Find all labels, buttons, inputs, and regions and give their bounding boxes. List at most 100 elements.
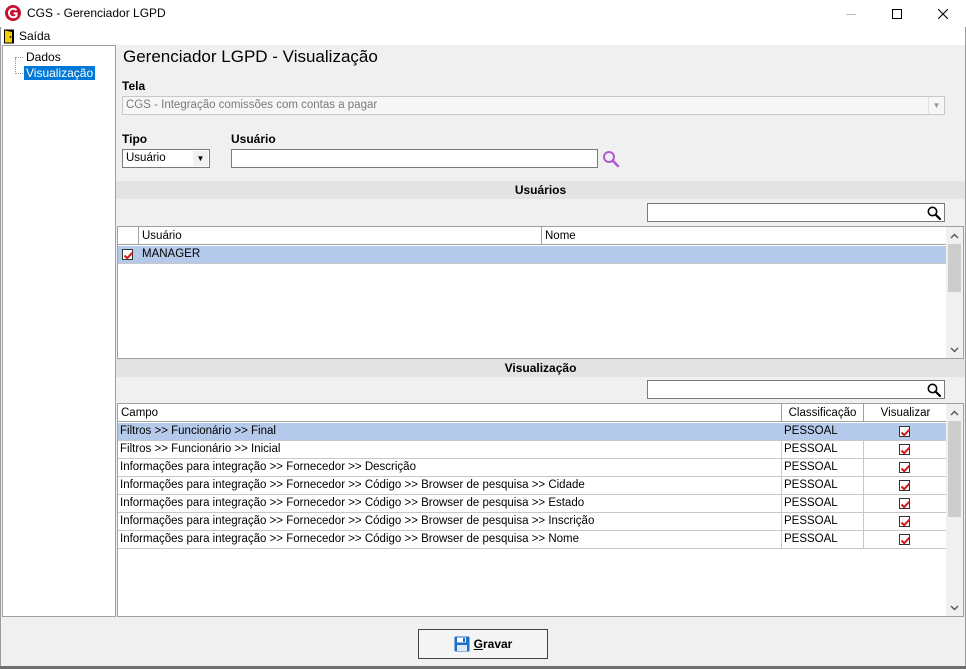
minimize-button[interactable]	[828, 0, 874, 27]
checkmark-icon	[900, 446, 911, 455]
checkmark-icon	[900, 500, 911, 509]
scroll-down-icon[interactable]	[946, 599, 963, 616]
visualizar-checkbox[interactable]	[899, 480, 911, 491]
cell-visualizar	[864, 477, 947, 494]
table-row[interactable]: Informações para integração >> Fornecedo…	[118, 459, 947, 477]
chevron-down-icon[interactable]: ▼	[193, 151, 208, 166]
scroll-up-icon[interactable]	[946, 227, 963, 244]
search-icon[interactable]	[926, 205, 942, 221]
exit-door-icon	[4, 29, 14, 43]
menu-item-saida[interactable]: Saída	[3, 28, 50, 44]
checkmark-icon	[900, 536, 911, 545]
header-nome[interactable]: Nome	[542, 227, 947, 245]
usuarios-filter-input[interactable]	[648, 204, 922, 221]
grid-header: Usuário Nome	[118, 227, 947, 245]
cell-usuario: MANAGER	[139, 246, 542, 263]
visualizar-checkbox[interactable]	[899, 534, 911, 545]
cell-campo: Filtros >> Funcionário >> Inicial	[118, 441, 782, 458]
cell-classificacao: PESSOAL	[782, 423, 864, 440]
scroll-up-icon[interactable]	[946, 404, 963, 421]
tela-select-value: CGS - Integração comissões com contas a …	[126, 99, 378, 111]
usuarios-scrollbar[interactable]	[946, 227, 963, 358]
cell-classificacao: PESSOAL	[782, 441, 864, 458]
checkmark-icon	[900, 428, 911, 437]
title-bar[interactable]: CGS - Gerenciador LGPD	[0, 0, 966, 27]
close-button[interactable]	[920, 0, 966, 27]
usuarios-grid[interactable]: Usuário Nome MANAGER	[117, 226, 964, 359]
visualizar-checkbox[interactable]	[899, 444, 911, 455]
cell-visualizar	[864, 441, 947, 458]
cell-visualizar	[864, 459, 947, 476]
window-frame-left	[0, 27, 1, 669]
maximize-button[interactable]	[874, 0, 920, 27]
table-row[interactable]: Filtros >> Funcionário >> Final PESSOAL	[118, 423, 947, 441]
navigation-tree[interactable]: Dados Visualização	[2, 45, 116, 617]
visualizar-checkbox[interactable]	[899, 498, 911, 509]
tree-connector	[15, 58, 16, 74]
checkmark-icon	[900, 464, 911, 473]
usuario-input[interactable]	[231, 149, 598, 168]
cell-visualizar	[864, 423, 947, 440]
search-icon[interactable]	[926, 382, 942, 398]
usuarios-filter[interactable]	[647, 203, 945, 222]
visualizacao-filter[interactable]	[647, 380, 945, 399]
gravar-label-rest: ravar	[482, 637, 513, 651]
header-classificacao[interactable]: Classificação	[782, 404, 864, 422]
cell-classificacao: PESSOAL	[782, 495, 864, 512]
scroll-thumb[interactable]	[948, 421, 961, 517]
tela-select[interactable]: CGS - Integração comissões com contas a …	[122, 96, 945, 115]
usuarios-section-header: Usuários	[116, 181, 965, 199]
maximize-icon	[892, 8, 902, 19]
visualizar-checkbox[interactable]	[899, 426, 911, 437]
chevron-down-icon[interactable]: ▼	[928, 97, 944, 114]
app-logo-icon	[5, 5, 21, 21]
tipo-label: Tipo	[122, 132, 148, 146]
page-title: Gerenciador LGPD - Visualização	[123, 47, 378, 66]
cell-visualizar	[864, 495, 947, 512]
visualizacao-section-header: Visualização	[116, 359, 965, 377]
usuario-label: Usuário	[231, 132, 276, 146]
visualizar-checkbox[interactable]	[899, 516, 911, 527]
cell-campo: Informações para integração >> Fornecedo…	[118, 531, 782, 548]
tree-item-dados[interactable]: Dados	[24, 50, 63, 64]
header-campo[interactable]: Campo	[118, 404, 782, 422]
cell-nome	[542, 246, 947, 263]
visualizar-checkbox[interactable]	[899, 462, 911, 473]
tipo-select[interactable]: Usuário ▼	[122, 149, 210, 168]
tree-item-visualizacao[interactable]: Visualização	[24, 66, 96, 80]
visualizacao-grid[interactable]: Campo Classificação Visualizar Filtros >…	[117, 403, 964, 617]
table-row[interactable]: Informações para integração >> Fornecedo…	[118, 477, 947, 495]
tree-connector	[15, 73, 23, 74]
header-usuario[interactable]: Usuário	[139, 227, 542, 245]
row-checkbox[interactable]	[122, 249, 134, 260]
cell-classificacao: PESSOAL	[782, 531, 864, 548]
cell-campo: Filtros >> Funcionário >> Final	[118, 423, 782, 440]
visualizacao-filter-input[interactable]	[648, 381, 922, 398]
header-visualizar[interactable]: Visualizar	[864, 404, 947, 422]
checkmark-icon	[900, 482, 911, 491]
menu-bar: Saída	[0, 27, 966, 45]
row-check-cell	[118, 246, 139, 263]
table-row[interactable]: Filtros >> Funcionário >> Inicial PESSOA…	[118, 441, 947, 459]
table-row[interactable]: Informações para integração >> Fornecedo…	[118, 495, 947, 513]
visualizacao-scrollbar[interactable]	[946, 404, 963, 616]
search-icon[interactable]	[601, 150, 621, 168]
checkmark-icon	[123, 251, 134, 260]
scroll-down-icon[interactable]	[946, 341, 963, 358]
cell-campo: Informações para integração >> Fornecedo…	[118, 477, 782, 494]
cell-classificacao: PESSOAL	[782, 513, 864, 530]
cell-campo: Informações para integração >> Fornecedo…	[118, 495, 782, 512]
table-row[interactable]: MANAGER	[118, 246, 947, 264]
table-row[interactable]: Informações para integração >> Fornecedo…	[118, 531, 947, 549]
table-row[interactable]: Informações para integração >> Fornecedo…	[118, 513, 947, 531]
window-title: CGS - Gerenciador LGPD	[27, 6, 166, 20]
cell-visualizar	[864, 513, 947, 530]
scroll-thumb[interactable]	[948, 244, 961, 292]
cell-classificacao: PESSOAL	[782, 477, 864, 494]
cell-classificacao: PESSOAL	[782, 459, 864, 476]
gravar-button-label: Gravar	[474, 637, 513, 651]
checkmark-icon	[900, 518, 911, 527]
tela-label: Tela	[122, 79, 146, 93]
gravar-button[interactable]: Gravar	[418, 629, 548, 659]
tipo-select-value: Usuário	[126, 152, 166, 164]
